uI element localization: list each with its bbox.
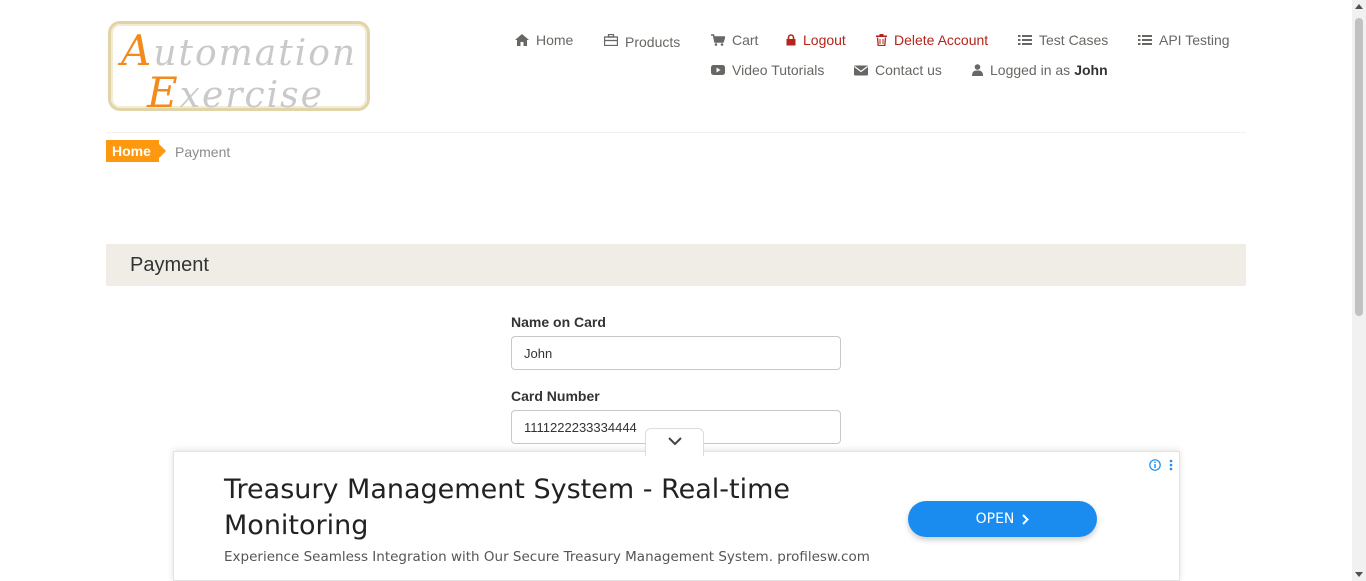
nav-video-tutorials-label: Video Tutorials <box>732 62 825 78</box>
scroll-up-arrow[interactable] <box>1355 4 1363 9</box>
ad-banner[interactable]: Treasury Management System - Real-time M… <box>173 451 1180 581</box>
payment-heading-band: Payment <box>106 244 1246 286</box>
page-scrollbar[interactable] <box>1352 0 1366 581</box>
scroll-down-arrow[interactable] <box>1355 572 1363 577</box>
scroll-thumb[interactable] <box>1355 18 1363 316</box>
nav-delete-account[interactable]: Delete Account <box>876 32 988 48</box>
site-logo[interactable]: Automation Exercise <box>108 21 370 117</box>
nav-cart[interactable]: Cart <box>711 32 758 48</box>
logged-in-status: Logged in as John <box>972 62 1108 78</box>
header-divider <box>106 132 1246 133</box>
products-icon <box>604 34 618 46</box>
list-icon <box>1138 34 1152 46</box>
ad-title[interactable]: Treasury Management System - Real-time M… <box>224 472 844 544</box>
home-icon <box>515 34 529 46</box>
logo-rest-2: xercise <box>179 75 324 116</box>
nav-api-testing[interactable]: API Testing <box>1138 32 1230 48</box>
logged-in-prefix: Logged in as <box>990 62 1071 78</box>
chevron-right-icon <box>1022 513 1030 525</box>
nav-test-cases[interactable]: Test Cases <box>1018 32 1108 48</box>
nav-products-label: Products <box>625 34 681 50</box>
ad-description[interactable]: Experience Seamless Integration with Our… <box>224 549 870 565</box>
ad-open-button[interactable]: OPEN <box>908 501 1097 537</box>
logged-in-username: John <box>1074 62 1108 78</box>
more-icon[interactable] <box>1169 459 1173 471</box>
name-on-card-input[interactable] <box>511 336 841 370</box>
ad-open-label: OPEN <box>975 511 1015 527</box>
nav-products[interactable]: Products <box>604 32 681 50</box>
envelope-icon <box>854 64 868 76</box>
chevron-down-icon <box>668 437 682 446</box>
user-icon <box>972 64 983 76</box>
nav-contact-us-label: Contact us <box>875 62 942 78</box>
video-icon <box>711 64 725 76</box>
cart-icon <box>711 34 725 46</box>
trash-icon <box>876 34 887 46</box>
nav-cart-label: Cart <box>732 32 759 48</box>
info-icon[interactable] <box>1149 459 1161 471</box>
card-number-label: Card Number <box>511 388 600 404</box>
logo-cap-e: E <box>147 68 180 117</box>
logo-line-2: Exercise <box>147 68 324 117</box>
nav-video-tutorials[interactable]: Video Tutorials <box>711 62 824 78</box>
list-icon <box>1018 34 1032 46</box>
nav-delete-account-label: Delete Account <box>894 32 989 48</box>
breadcrumb-current: Payment <box>175 144 231 160</box>
lock-icon <box>786 34 796 46</box>
nav-home-label: Home <box>536 32 574 48</box>
nav-logout[interactable]: Logout <box>786 32 846 48</box>
breadcrumb-home[interactable]: Home <box>106 140 166 162</box>
nav-contact-us[interactable]: Contact us <box>854 62 942 78</box>
ad-collapse-tab[interactable] <box>645 428 704 456</box>
payment-title: Payment <box>130 254 209 276</box>
name-on-card-label: Name on Card <box>511 314 606 330</box>
nav-home[interactable]: Home <box>515 32 573 48</box>
nav-logout-label: Logout <box>803 32 846 48</box>
nav-test-cases-label: Test Cases <box>1039 32 1109 48</box>
nav-api-testing-label: API Testing <box>1159 32 1230 48</box>
